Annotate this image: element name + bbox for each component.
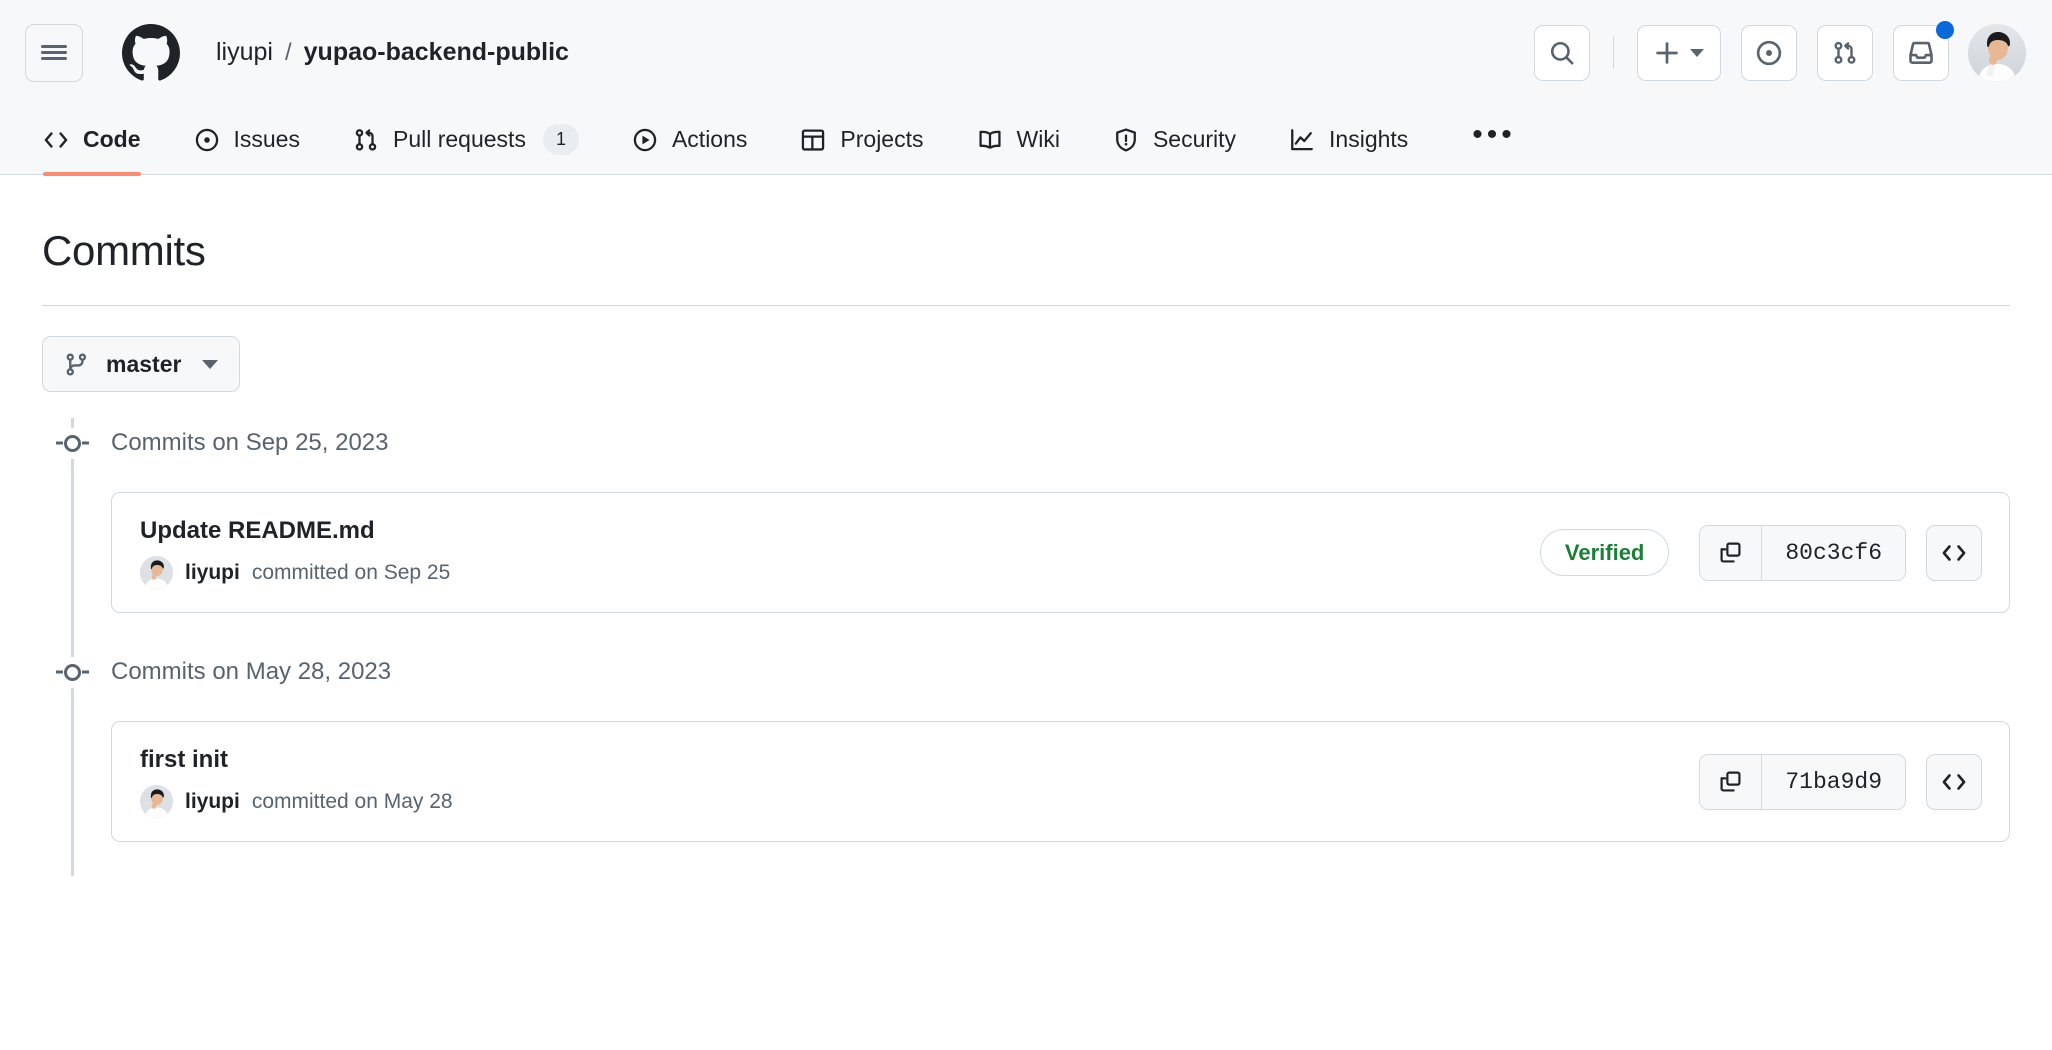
commit-group-date: Commits on May 28, 2023 [111,658,391,686]
tab-insights[interactable]: Insights [1271,105,1426,174]
tab-pull-requests[interactable]: Pull requests 1 [335,105,597,174]
commit-group: Commits on May 28, 2023 first init [42,647,2010,876]
create-new-button[interactable] [1637,25,1721,81]
commit-sha-group: 71ba9d9 [1699,754,1906,810]
breadcrumb-repo[interactable]: yupao-backend-public [304,38,569,67]
tab-actions[interactable]: Actions [614,105,765,174]
header-divider [1613,36,1615,69]
hamburger-menu-button[interactable] [25,24,83,82]
issue-opened-icon [194,127,220,153]
commit-sha[interactable]: 80c3cf6 [1762,526,1905,580]
tab-label: Actions [672,126,747,153]
commit-timestamp: committed on Sep 25 [252,561,450,585]
tab-label: Code [83,126,141,153]
commit-group-header: Commits on May 28, 2023 [42,647,2010,697]
shield-icon [1113,127,1139,153]
commit-group-date: Commits on Sep 25, 2023 [111,429,389,457]
global-header: liyupi / yupao-backend-public [0,0,2052,105]
breadcrumb-separator: / [285,39,292,67]
browse-repository-button[interactable] [1926,525,1982,581]
hamburger-icon-bar [41,51,67,54]
commit-sha[interactable]: 71ba9d9 [1762,755,1905,809]
commit-group: Commits on Sep 25, 2023 Update README.md [42,418,2010,647]
tab-issues[interactable]: Issues [176,105,318,174]
commit-node-dash [82,442,89,445]
table-icon [800,127,826,153]
tab-label: Security [1153,126,1236,153]
commit-group-header: Commits on Sep 25, 2023 [42,418,2010,468]
commit-author-name[interactable]: liyupi [185,561,240,585]
nav-overflow-button[interactable]: ••• [1454,105,1534,174]
commit-node-dash [56,671,63,674]
commit-timestamp: committed on May 28 [252,790,453,814]
repo-nav-tabs: Code Issues Pull requests 1 [0,105,2052,175]
commit-message-link[interactable]: Update README.md [140,516,450,546]
tab-label: Projects [840,126,923,153]
commit-author-line: liyupi committed on Sep 25 [140,556,450,589]
commit-info: Update README.md [140,516,450,589]
copy-sha-button[interactable] [1700,755,1762,809]
git-branch-icon [64,352,89,377]
hamburger-icon-bar [41,57,67,60]
pull-requests-count-badge: 1 [543,124,579,155]
copy-sha-button[interactable] [1700,526,1762,580]
chevron-down-icon [1690,49,1704,57]
commit-node-dash [82,671,89,674]
tab-label: Insights [1329,126,1408,153]
issues-button[interactable] [1741,25,1797,81]
book-icon [977,127,1003,153]
status-badge-verified[interactable]: Verified [1540,529,1669,577]
commit-node-dash [56,442,63,445]
commit-node-icon [57,428,88,459]
tab-security[interactable]: Security [1095,105,1254,174]
play-icon [632,127,658,153]
breadcrumb: liyupi / yupao-backend-public [216,38,569,67]
pull-requests-button[interactable] [1817,25,1873,81]
commit-node-icon [57,657,88,688]
commit-sha-group: 80c3cf6 [1699,525,1906,581]
branch-selector-button[interactable]: master [42,336,240,392]
tab-label: Issues [234,126,300,153]
branch-row: master [42,306,2010,418]
commit-row: Update README.md [111,492,2010,613]
commit-actions: Verified 80c3cf6 [1540,525,1982,581]
commit-node-dot [64,664,81,681]
commit-actions: 71ba9d9 [1699,754,1982,810]
author-avatar[interactable] [140,556,173,589]
page-title: Commits [42,175,2010,306]
main-content: Commits master [0,175,2052,876]
code-icon [43,127,69,153]
commit-info: first init [140,745,453,818]
tab-label: Pull requests [393,126,526,153]
commit-node-dot [64,435,81,452]
header-actions [1534,24,2027,82]
chevron-down-icon [202,360,218,369]
tab-wiki[interactable]: Wiki [959,105,1078,174]
branch-name-label: master [106,351,181,378]
github-logo-icon[interactable] [122,24,180,82]
commit-message-link[interactable]: first init [140,745,453,775]
graph-icon [1289,127,1315,153]
commit-row: first init [111,721,2010,842]
avatar[interactable] [1968,24,2026,82]
author-avatar[interactable] [140,785,173,818]
commit-author-line: liyupi committed on May 28 [140,785,453,818]
commit-author-name[interactable]: liyupi [185,790,240,814]
commits-timeline: Commits on Sep 25, 2023 Update README.md [42,418,2010,876]
tab-label: Wiki [1017,126,1060,153]
browse-repository-button[interactable] [1926,754,1982,810]
tab-projects[interactable]: Projects [782,105,941,174]
unread-indicator [1936,21,1954,39]
tab-code[interactable]: Code [25,105,159,174]
notifications-inbox-button[interactable] [1893,25,1949,81]
git-pull-request-icon [353,127,379,153]
search-button[interactable] [1534,25,1590,81]
breadcrumb-owner[interactable]: liyupi [216,38,273,67]
hamburger-icon-bar [41,45,67,48]
